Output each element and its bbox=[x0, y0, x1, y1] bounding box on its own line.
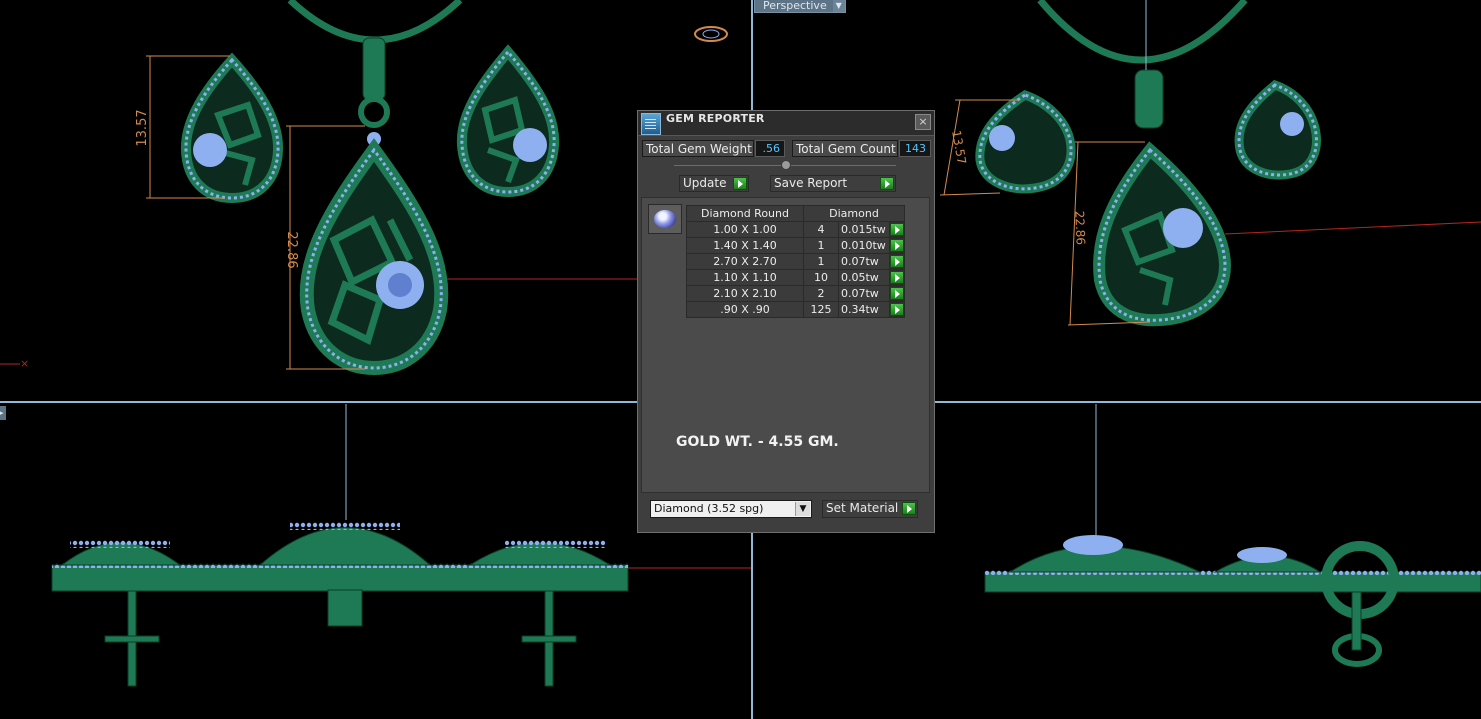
diamond-icon bbox=[654, 210, 676, 228]
material-select[interactable]: Diamond (3.52 spg) ▼ bbox=[650, 500, 812, 518]
chevron-down-icon[interactable]: ▼ bbox=[795, 502, 810, 516]
chevron-down-icon[interactable]: ▼ bbox=[832, 0, 845, 12]
perspective-view-label[interactable]: Perspective ▼ bbox=[754, 0, 846, 13]
play-arrow-icon bbox=[890, 239, 904, 252]
dialog-title: GEM REPORTER bbox=[666, 112, 765, 125]
save-report-button[interactable]: Save Report bbox=[770, 175, 896, 192]
dim-front-earring: 13.57 bbox=[135, 109, 150, 146]
play-arrow-icon bbox=[890, 223, 904, 236]
total-gem-weight-value: .56 bbox=[755, 140, 785, 157]
dim-front-pendant: 22.86 bbox=[284, 231, 299, 268]
gem-size: 1.10 X 1.10 bbox=[686, 269, 804, 286]
set-material-button[interactable]: Set Material bbox=[822, 500, 918, 518]
gem-count: 2 bbox=[803, 285, 839, 302]
gem-size: 2.10 X 2.10 bbox=[686, 285, 804, 302]
gem-count: 4 bbox=[803, 221, 839, 238]
select-row-button[interactable] bbox=[889, 269, 905, 286]
select-row-button[interactable] bbox=[889, 285, 905, 302]
gem-count: 1 bbox=[803, 237, 839, 254]
update-button[interactable]: Update bbox=[679, 175, 749, 192]
play-arrow-icon bbox=[902, 502, 916, 515]
play-arrow-icon bbox=[880, 177, 894, 190]
gem-weight: 0.07tw bbox=[838, 285, 890, 302]
select-row-button[interactable] bbox=[889, 301, 905, 318]
gem-weight: 0.010tw bbox=[838, 237, 890, 254]
set-material-button-label: Set Material bbox=[826, 501, 899, 515]
table-row[interactable]: .90 X .90 125 0.34tw bbox=[686, 301, 905, 318]
dim-persp-pendant: 22.86 bbox=[1072, 210, 1087, 245]
gem-size: .90 X .90 bbox=[686, 301, 804, 318]
gem-reporter-dialog: GEM REPORTER × Total Gem Weight .56 Tota… bbox=[637, 110, 935, 533]
table-row[interactable]: 1.40 X 1.40 1 0.010tw bbox=[686, 237, 905, 254]
viewport-side-tab[interactable]: ▸ bbox=[0, 406, 6, 420]
play-arrow-icon bbox=[890, 271, 904, 284]
column-header-cut: Diamond Round bbox=[686, 205, 804, 222]
gem-reporter-icon bbox=[641, 113, 661, 135]
select-row-button[interactable] bbox=[889, 221, 905, 238]
play-arrow-icon bbox=[733, 177, 747, 190]
gem-count: 125 bbox=[803, 301, 839, 318]
splitter-handle[interactable] bbox=[781, 160, 791, 170]
save-report-button-label: Save Report bbox=[774, 176, 848, 190]
update-button-label: Update bbox=[683, 176, 727, 190]
select-row-button[interactable] bbox=[889, 237, 905, 254]
gem-weight: 0.34tw bbox=[838, 301, 890, 318]
total-gem-weight-label: Total Gem Weight bbox=[642, 140, 754, 157]
gem-table: Diamond Round Diamond 1.00 X 1.00 4 0.01… bbox=[686, 205, 905, 318]
gem-weight: 0.07tw bbox=[838, 253, 890, 270]
axis-x-marker: × bbox=[20, 357, 29, 370]
table-row[interactable]: 2.10 X 2.10 2 0.07tw bbox=[686, 285, 905, 302]
column-header-material: Diamond bbox=[803, 205, 905, 222]
play-arrow-icon bbox=[890, 255, 904, 268]
table-row[interactable]: 1.00 X 1.00 4 0.015tw bbox=[686, 221, 905, 238]
gem-weight: 0.05tw bbox=[838, 269, 890, 286]
gem-size: 2.70 X 2.70 bbox=[686, 253, 804, 270]
close-button[interactable]: × bbox=[915, 114, 931, 130]
gem-count: 10 bbox=[803, 269, 839, 286]
diamond-gem-thumbnail[interactable] bbox=[648, 204, 682, 234]
perspective-label-text: Perspective bbox=[763, 0, 827, 12]
gem-list-panel: Diamond Round Diamond 1.00 X 1.00 4 0.01… bbox=[641, 197, 930, 493]
total-gem-count-value: 143 bbox=[899, 140, 931, 157]
table-row[interactable]: 1.10 X 1.10 10 0.05tw bbox=[686, 269, 905, 286]
gold-weight-note: GOLD WT. - 4.55 GM. bbox=[676, 434, 839, 450]
dialog-titlebar[interactable]: GEM REPORTER × bbox=[638, 111, 934, 136]
gem-size: 1.40 X 1.40 bbox=[686, 237, 804, 254]
material-select-value: Diamond (3.52 spg) bbox=[654, 502, 764, 515]
play-arrow-icon bbox=[890, 287, 904, 300]
gem-weight: 0.015tw bbox=[838, 221, 890, 238]
select-row-button[interactable] bbox=[889, 253, 905, 270]
play-arrow-icon bbox=[890, 303, 904, 316]
gem-size: 1.00 X 1.00 bbox=[686, 221, 804, 238]
dim-persp-earring: 13.57 bbox=[949, 129, 969, 165]
gem-count: 1 bbox=[803, 253, 839, 270]
total-gem-count-label: Total Gem Count bbox=[792, 140, 898, 157]
table-row[interactable]: 2.70 X 2.70 1 0.07tw bbox=[686, 253, 905, 270]
